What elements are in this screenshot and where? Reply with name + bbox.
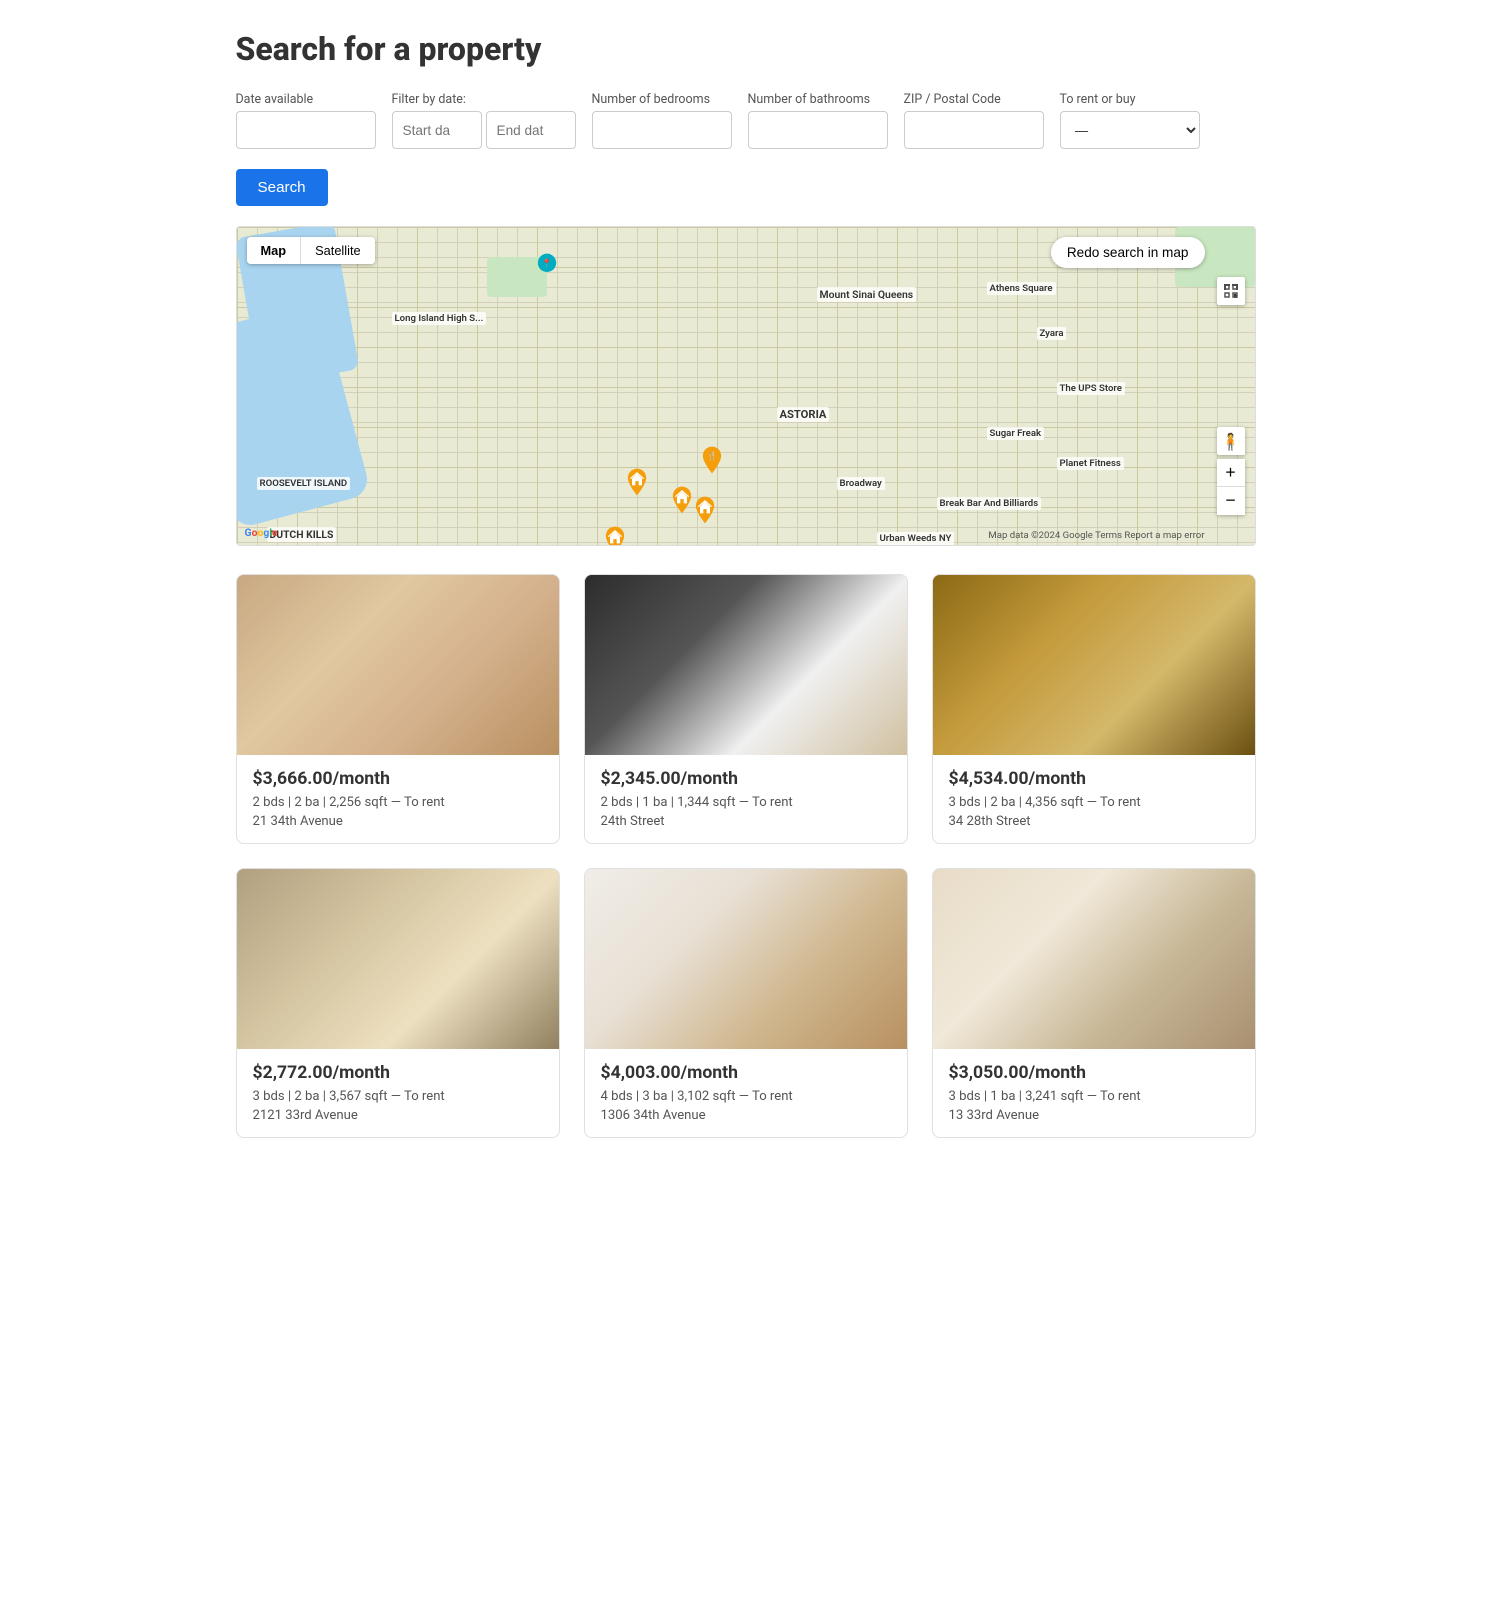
listing-address-2: 24th Street [601, 814, 891, 829]
listing-details-4: 3 bds | 2 ba | 3,567 sqft — To rent [253, 1089, 543, 1104]
map-label-broadway: Broadway [837, 477, 885, 490]
map-label-astoria: ASTORIA [777, 407, 830, 422]
listing-details-1: 2 bds | 2 ba | 2,256 sqft — To rent [253, 795, 543, 810]
bedrooms-input[interactable] [592, 111, 732, 149]
listing-address-5: 1306 34th Avenue [601, 1108, 891, 1123]
map-label-planetfitness: Planet Fitness [1057, 457, 1124, 470]
map-pin-3[interactable] [690, 495, 720, 525]
date-available-group: Date available [236, 92, 376, 149]
listing-price-5: $4,003.00/month [601, 1063, 891, 1083]
map-label-mountsinai: Mount Sinai Queens [817, 287, 917, 302]
listing-price-1: $3,666.00/month [253, 769, 543, 789]
date-available-input[interactable] [236, 111, 376, 149]
listing-info-5: $4,003.00/month 4 bds | 3 ba | 3,102 sqf… [585, 1049, 907, 1137]
map-tabs: Map Satellite [247, 237, 375, 264]
listing-image-5 [585, 869, 907, 1049]
map-pin-food-1[interactable]: 🍴 [697, 445, 727, 475]
zip-label: ZIP / Postal Code [904, 92, 1044, 107]
tab-satellite[interactable]: Satellite [301, 237, 375, 264]
rent-buy-group: To rent or buy — To rent To buy [1060, 92, 1200, 149]
zip-group: ZIP / Postal Code [904, 92, 1044, 149]
map-label-sugarfreak: Sugar Freak [987, 427, 1045, 440]
listing-card-2[interactable]: $2,345.00/month 2 bds | 1 ba | 1,344 sqf… [584, 574, 908, 844]
map-label-breakbar: Break Bar And Billiards [937, 497, 1042, 510]
map-attribution: Map data ©2024 Google Terms Report a map… [988, 530, 1204, 541]
listing-address-3: 34 28th Street [949, 814, 1239, 829]
listing-info-3: $4,534.00/month 3 bds | 2 ba | 4,356 sqf… [933, 755, 1255, 843]
listing-card-4[interactable]: $2,772.00/month 3 bds | 2 ba | 3,567 sqf… [236, 868, 560, 1138]
redo-search-button[interactable]: Redo search in map [1051, 237, 1205, 268]
listing-image-2 [585, 575, 907, 755]
zoom-out-button[interactable]: − [1217, 487, 1245, 515]
bedrooms-label: Number of bedrooms [592, 92, 732, 107]
listing-address-4: 2121 33rd Avenue [253, 1108, 543, 1123]
listing-price-4: $2,772.00/month [253, 1063, 543, 1083]
filter-by-date-label: Filter by date: [392, 92, 576, 107]
listing-image-3 [933, 575, 1255, 755]
bathrooms-input[interactable] [748, 111, 888, 149]
map-label-ups: The UPS Store [1057, 382, 1125, 395]
zoom-in-button[interactable]: + [1217, 459, 1245, 487]
map-pin-1[interactable] [622, 467, 652, 497]
google-logo: Google [245, 526, 278, 539]
svg-text:🍴: 🍴 [706, 450, 716, 461]
search-button[interactable]: Search [236, 169, 328, 206]
listing-image-4 [237, 869, 559, 1049]
page-title: Search for a property [236, 30, 1256, 68]
map-label-urbanweeds: Urban Weeds NY [877, 532, 955, 545]
svg-text:📍: 📍 [541, 258, 551, 269]
listing-image-6 [933, 869, 1255, 1049]
listing-info-4: $2,772.00/month 3 bds | 2 ba | 3,567 sqf… [237, 1049, 559, 1137]
map-background[interactable]: Long Island High S... Mount Sinai Queens… [237, 227, 1255, 545]
map-label-longisland: Long Island High S... [392, 312, 487, 325]
map-label-zyara: Zyara [1037, 327, 1067, 340]
rent-buy-label: To rent or buy [1060, 92, 1200, 107]
filter-by-date-group: Filter by date: [392, 92, 576, 149]
listing-card-3[interactable]: $4,534.00/month 3 bds | 2 ba | 4,356 sqf… [932, 574, 1256, 844]
map-pin-4[interactable] [600, 525, 630, 545]
listing-card-5[interactable]: $4,003.00/month 4 bds | 3 ba | 3,102 sqf… [584, 868, 908, 1138]
listing-card-6[interactable]: $3,050.00/month 3 bds | 1 ba | 3,241 sqf… [932, 868, 1256, 1138]
end-date-input[interactable] [486, 111, 576, 149]
street-view-button[interactable]: 🧍 [1217, 427, 1245, 455]
listing-address-1: 21 34th Avenue [253, 814, 543, 829]
listing-details-3: 3 bds | 2 ba | 4,356 sqft — To rent [949, 795, 1239, 810]
listing-info-1: $3,666.00/month 2 bds | 2 ba | 2,256 sqf… [237, 755, 559, 843]
listing-details-2: 2 bds | 1 ba | 1,344 sqft — To rent [601, 795, 891, 810]
filters-bar: Date available Filter by date: Number of… [236, 92, 1256, 149]
listing-price-2: $2,345.00/month [601, 769, 891, 789]
map-pin-noguchi[interactable]: 📍 [532, 252, 562, 282]
map-container: Long Island High S... Mount Sinai Queens… [236, 226, 1256, 546]
fullscreen-button[interactable] [1217, 277, 1245, 305]
map-zoom-controls: + − [1217, 459, 1245, 515]
listing-price-6: $3,050.00/month [949, 1063, 1239, 1083]
listing-price-3: $4,534.00/month [949, 769, 1239, 789]
zip-input[interactable] [904, 111, 1044, 149]
bathrooms-group: Number of bathrooms [748, 92, 888, 149]
start-date-input[interactable] [392, 111, 482, 149]
listing-details-5: 4 bds | 3 ba | 3,102 sqft — To rent [601, 1089, 891, 1104]
rent-buy-select[interactable]: — To rent To buy [1060, 111, 1200, 149]
listing-info-6: $3,050.00/month 3 bds | 1 ba | 3,241 sqf… [933, 1049, 1255, 1137]
date-available-label: Date available [236, 92, 376, 107]
listing-details-6: 3 bds | 1 ba | 3,241 sqft — To rent [949, 1089, 1239, 1104]
map-label-athens: Athens Square [987, 282, 1056, 295]
listings-grid: $3,666.00/month 2 bds | 2 ba | 2,256 sqf… [236, 574, 1256, 1138]
bedrooms-group: Number of bedrooms [592, 92, 732, 149]
listing-info-2: $2,345.00/month 2 bds | 1 ba | 1,344 sqf… [585, 755, 907, 843]
bathrooms-label: Number of bathrooms [748, 92, 888, 107]
tab-map[interactable]: Map [247, 237, 302, 264]
listing-image-1 [237, 575, 559, 755]
listing-card-1[interactable]: $3,666.00/month 2 bds | 2 ba | 2,256 sqf… [236, 574, 560, 844]
listing-address-6: 13 33rd Avenue [949, 1108, 1239, 1123]
